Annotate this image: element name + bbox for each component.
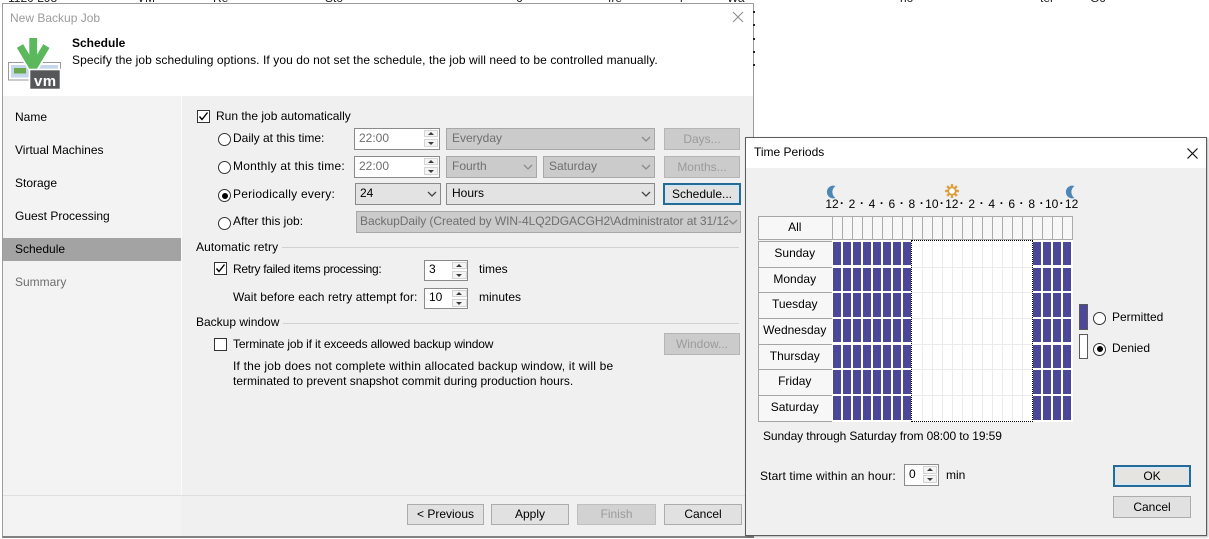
svg-text:vm: vm	[34, 73, 56, 90]
